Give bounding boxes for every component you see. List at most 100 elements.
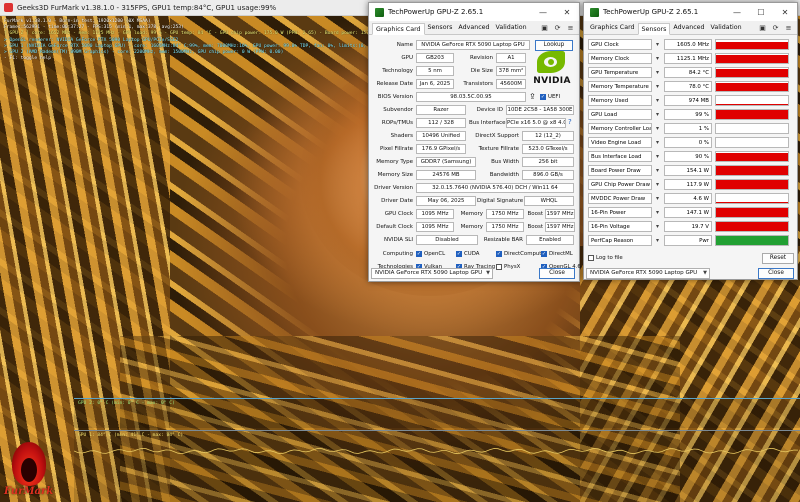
sensor-name[interactable]: GPU Chip Power Draw xyxy=(588,179,652,190)
sensor-dropdown-icon[interactable]: ▾ xyxy=(656,153,659,160)
sensor-value: 1 % xyxy=(664,123,712,134)
tab-graphics-card[interactable]: Graphics Card xyxy=(587,22,638,34)
sensor-dropdown-icon[interactable]: ▾ xyxy=(656,195,659,202)
minimize-button[interactable]: — xyxy=(531,8,555,17)
sensor-name[interactable]: Memory Temperature xyxy=(588,81,652,92)
sensor-row: Memory Clock ▾ 1125.1 MHz xyxy=(588,53,793,65)
sensor-graph xyxy=(715,53,789,64)
sensor-dropdown-icon[interactable]: ▾ xyxy=(656,97,659,104)
sensor-graph-fill xyxy=(716,82,788,91)
maximize-button[interactable]: ☐ xyxy=(749,8,773,17)
checkbox-directcompute[interactable]: ✓ DirectCompute xyxy=(496,251,545,257)
sensor-dropdown-icon[interactable]: ▾ xyxy=(656,167,659,174)
sensor-value: 78.0 °C xyxy=(664,81,712,92)
sensor-name[interactable]: GPU Clock xyxy=(588,39,652,50)
tab-sensors[interactable]: Sensors xyxy=(637,23,671,35)
sensor-name[interactable]: Memory Clock xyxy=(588,53,652,64)
check-icon xyxy=(496,264,502,270)
menu-icon[interactable]: ≡ xyxy=(784,23,793,32)
checkbox-cuda[interactable]: ✓ CUDA xyxy=(456,251,479,257)
tab-graphics-card[interactable]: Graphics Card xyxy=(372,23,425,35)
sensor-name[interactable]: GPU Load xyxy=(588,109,652,120)
tab-sensors[interactable]: Sensors xyxy=(425,22,456,34)
value-gpu-memory: 1750 MHz xyxy=(486,209,524,219)
label-default-clock: Default Clock xyxy=(376,224,413,230)
sensor-value: 0 % xyxy=(664,137,712,148)
gpu-select-card[interactable]: NVIDIA GeForce RTX 5090 Laptop GPU ▼ xyxy=(371,268,493,279)
close-button-sensors[interactable]: Close xyxy=(758,268,794,279)
label-directx: DirectX Support xyxy=(475,133,519,139)
value-name: NVIDIA GeForce RTX 5090 Laptop GPU xyxy=(416,40,530,50)
label-technology: Technology xyxy=(382,68,413,74)
sensor-name[interactable]: PerfCap Reason xyxy=(588,235,652,246)
sensor-graph-fill xyxy=(716,222,788,231)
sensor-name[interactable]: 16-Pin Power xyxy=(588,207,652,218)
camera-icon[interactable]: ▣ xyxy=(758,23,767,32)
minimize-button[interactable]: — xyxy=(725,8,749,17)
sensor-row: GPU Load ▾ 99 % xyxy=(588,109,793,121)
sensor-name[interactable]: 16-Pin Voltage xyxy=(588,221,652,232)
sensor-dropdown-icon[interactable]: ▾ xyxy=(656,111,659,118)
value-default-memory: 1750 MHz xyxy=(486,222,524,232)
gpu-select-sensors-value: NVIDIA GeForce RTX 5090 Laptop GPU xyxy=(590,270,698,276)
sensor-dropdown-icon[interactable]: ▾ xyxy=(656,69,659,76)
sensor-row: GPU Temperature ▾ 84.2 °C xyxy=(588,67,793,79)
refresh-icon[interactable]: ⟳ xyxy=(553,23,562,32)
sensor-name[interactable]: GPU Temperature xyxy=(588,67,652,78)
sensor-name[interactable]: MVDDC Power Draw xyxy=(588,193,652,204)
camera-icon[interactable]: ▣ xyxy=(540,23,549,32)
sensor-graph xyxy=(715,123,789,134)
sensor-dropdown-icon[interactable]: ▾ xyxy=(656,237,659,244)
check-icon: ✓ xyxy=(456,250,462,257)
checkbox-physx[interactable]: PhysX xyxy=(496,264,520,270)
gpuz-sensors-panel: GPU Clock ▾ 1605.0 MHz Memory Clock ▾ 1125.1 … xyxy=(584,35,797,279)
sensor-dropdown-icon[interactable]: ▾ xyxy=(656,41,659,48)
checkbox-directml[interactable]: ✓ DirectML xyxy=(541,251,573,257)
reset-button[interactable]: Reset xyxy=(762,253,794,264)
value-texture-fillrate: 523.0 GTexel/s xyxy=(522,144,574,154)
sensor-name[interactable]: Board Power Draw xyxy=(588,165,652,176)
gpuz-card-title: TechPowerUp GPU-Z 2.65.1 xyxy=(388,8,484,16)
checkbox-opencl[interactable]: ✓ OpenCL xyxy=(416,251,445,257)
sensor-dropdown-icon[interactable]: ▾ xyxy=(656,223,659,230)
gpuz-card-titlebar[interactable]: TechPowerUp GPU-Z 2.65.1 — ✕ xyxy=(369,3,579,21)
sensor-name[interactable]: Bus Interface Load xyxy=(588,151,652,162)
sensor-row: Memory Used ▾ 974 MB xyxy=(588,95,793,107)
gpu-select-sensors[interactable]: NVIDIA GeForce RTX 5090 Laptop GPU ▼ xyxy=(586,268,710,279)
share-bios-icon[interactable]: ⇪ xyxy=(529,92,536,101)
tab-validation[interactable]: Validation xyxy=(708,22,745,34)
furmark-app-icon xyxy=(4,3,13,12)
close-button-card[interactable]: Close xyxy=(539,268,575,279)
sensor-value: 974 MB xyxy=(664,95,712,106)
tab-validation[interactable]: Validation xyxy=(493,22,530,34)
close-window-button[interactable]: ✕ xyxy=(773,8,797,17)
sensor-dropdown-icon[interactable]: ▾ xyxy=(656,125,659,132)
sensor-name[interactable]: Memory Controller Load xyxy=(588,123,652,134)
bus-help-icon[interactable]: ? xyxy=(568,118,572,126)
sensor-dropdown-icon[interactable]: ▾ xyxy=(656,139,659,146)
gpuz-sensors-window: TechPowerUp GPU-Z 2.65.1 — ☐ ✕ Graphics … xyxy=(583,2,798,280)
log-to-file-checkbox[interactable]: Log to file xyxy=(588,255,623,261)
sensor-dropdown-icon[interactable]: ▾ xyxy=(656,83,659,90)
label-memory-size: Memory Size xyxy=(377,172,413,178)
sensor-dropdown-icon[interactable]: ▾ xyxy=(656,209,659,216)
menu-icon[interactable]: ≡ xyxy=(566,23,575,32)
sensor-graph xyxy=(715,193,789,204)
sensor-dropdown-icon[interactable]: ▾ xyxy=(656,55,659,62)
close-window-button[interactable]: ✕ xyxy=(555,8,579,17)
tab-advanced[interactable]: Advanced xyxy=(670,22,707,34)
refresh-icon[interactable]: ⟳ xyxy=(771,23,780,32)
label-driver-version: Driver Version xyxy=(374,185,413,191)
sensor-name[interactable]: Memory Used xyxy=(588,95,652,106)
gpuz-sensors-tabs: Graphics Card Sensors Advanced Validatio… xyxy=(584,21,797,35)
sensor-value: 90 % xyxy=(664,151,712,162)
check-icon: ✓ xyxy=(416,250,422,257)
sensor-graph-fill xyxy=(716,54,788,63)
furmark-logo-text: FurMark xyxy=(4,486,54,497)
sensor-dropdown-icon[interactable]: ▾ xyxy=(656,181,659,188)
sensor-name[interactable]: Video Engine Load xyxy=(588,137,652,148)
uefi-checkbox[interactable]: ✓ UEFI xyxy=(540,94,560,100)
gpuz-card-tabs: Graphics Card Sensors Advanced Validatio… xyxy=(369,21,579,35)
gpuz-sensors-titlebar[interactable]: TechPowerUp GPU-Z 2.65.1 — ☐ ✕ xyxy=(584,3,797,21)
tab-advanced[interactable]: Advanced xyxy=(455,22,492,34)
